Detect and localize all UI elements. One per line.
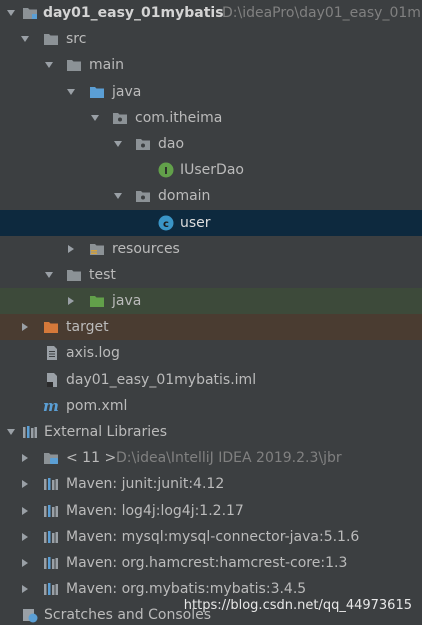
collapsed-arrow-icon[interactable] bbox=[64, 288, 78, 314]
class-icon: c bbox=[158, 215, 174, 231]
expanded-arrow-icon[interactable] bbox=[42, 52, 56, 78]
svg-text:c: c bbox=[163, 219, 169, 230]
library-icon bbox=[43, 529, 59, 545]
package-icon bbox=[112, 110, 128, 126]
tree-label: target bbox=[66, 319, 109, 336]
scratches-icon bbox=[22, 607, 38, 623]
tree-label: Maven: mysql:mysql-connector-java:5.1.6 bbox=[66, 528, 360, 545]
tree-label: resources bbox=[112, 240, 180, 257]
source-folder-icon bbox=[89, 84, 105, 100]
tree-label: dao bbox=[158, 135, 185, 152]
tree-row-pom[interactable]: m pom.xml bbox=[0, 393, 422, 419]
collapsed-arrow-icon[interactable] bbox=[18, 445, 32, 471]
collapsed-arrow-icon[interactable] bbox=[18, 498, 32, 524]
file-icon bbox=[44, 345, 60, 361]
tree-row-user[interactable]: c user bbox=[0, 209, 422, 236]
expanded-arrow-icon[interactable] bbox=[111, 183, 125, 209]
jdk-label: < 11 > bbox=[66, 450, 117, 467]
library-icon bbox=[43, 581, 59, 597]
svg-text:I: I bbox=[164, 166, 168, 177]
library-icon bbox=[43, 555, 59, 571]
folder-icon bbox=[66, 57, 82, 73]
tree-label: java bbox=[112, 83, 142, 100]
module-folder-icon bbox=[22, 5, 38, 21]
test-source-folder-icon bbox=[89, 293, 105, 309]
jdk-icon bbox=[43, 450, 59, 466]
tree-row-resources[interactable]: resources bbox=[0, 236, 422, 262]
tree-row-package[interactable]: com.itheima bbox=[0, 105, 422, 131]
tree-row-java-test[interactable]: java bbox=[0, 288, 422, 315]
tree-label: src bbox=[66, 31, 87, 48]
tree-label: user bbox=[180, 214, 211, 231]
tree-row-library[interactable]: Maven: org.hamcrest:hamcrest-core:1.3 bbox=[0, 550, 422, 576]
tree-row-project[interactable]: day01_easy_01mybatis D:\ideaPro\day01_ea… bbox=[0, 0, 422, 26]
collapsed-arrow-icon[interactable] bbox=[18, 471, 32, 497]
expanded-arrow-icon[interactable] bbox=[88, 105, 102, 131]
tree-row-iuserdao[interactable]: I IUserDao bbox=[0, 157, 422, 183]
tree-row-jdk[interactable]: < 11 > D:\idea\IntelliJ IDEA 2019.2.3\jb… bbox=[0, 445, 422, 471]
jdk-path: D:\idea\IntelliJ IDEA 2019.2.3\jbr bbox=[116, 450, 342, 467]
svg-text:m: m bbox=[43, 398, 59, 414]
collapsed-arrow-icon[interactable] bbox=[18, 524, 32, 550]
tree-row-dao[interactable]: dao bbox=[0, 131, 422, 157]
collapsed-arrow-icon[interactable] bbox=[18, 314, 32, 340]
library-icon bbox=[43, 503, 59, 519]
tree-row-main[interactable]: main bbox=[0, 52, 422, 78]
collapsed-arrow-icon[interactable] bbox=[64, 236, 78, 262]
tree-label: day01_easy_01mybatis.iml bbox=[66, 371, 257, 388]
interface-icon: I bbox=[158, 162, 174, 178]
tree-row-target[interactable]: target bbox=[0, 314, 422, 341]
tree-row-src[interactable]: src bbox=[0, 26, 422, 52]
tree-label: Maven: log4j:log4j:1.2.17 bbox=[66, 502, 244, 519]
libraries-icon bbox=[22, 424, 38, 440]
expanded-arrow-icon[interactable] bbox=[64, 79, 78, 105]
collapsed-arrow-icon[interactable] bbox=[18, 550, 32, 576]
tree-label: java bbox=[112, 293, 142, 310]
project-tree: day01_easy_01mybatis D:\ideaPro\day01_ea… bbox=[0, 0, 422, 625]
tree-row-test[interactable]: test bbox=[0, 262, 422, 288]
resources-folder-icon bbox=[89, 241, 105, 257]
tree-row-external-libraries[interactable]: External Libraries bbox=[0, 419, 422, 445]
expanded-arrow-icon[interactable] bbox=[4, 0, 18, 26]
project-path: D:\ideaPro\day01_easy_01m bbox=[222, 5, 421, 21]
tree-label: Maven: org.hamcrest:hamcrest-core:1.3 bbox=[66, 554, 348, 571]
tree-label: main bbox=[89, 57, 124, 74]
expanded-arrow-icon[interactable] bbox=[42, 262, 56, 288]
tree-label: pom.xml bbox=[66, 397, 128, 414]
iml-file-icon bbox=[44, 372, 60, 388]
tree-label: External Libraries bbox=[44, 424, 167, 440]
tree-row-library[interactable]: Maven: junit:junit:4.12 bbox=[0, 471, 422, 497]
tree-row-library[interactable]: Maven: mysql:mysql-connector-java:5.1.6 bbox=[0, 524, 422, 550]
tree-row-axis-log[interactable]: axis.log bbox=[0, 340, 422, 366]
collapsed-arrow-icon[interactable] bbox=[18, 576, 32, 602]
project-name: day01_easy_01mybatis bbox=[43, 5, 224, 21]
folder-icon bbox=[43, 31, 59, 47]
package-icon bbox=[135, 136, 151, 152]
expanded-arrow-icon[interactable] bbox=[111, 131, 125, 157]
tree-label: Maven: junit:junit:4.12 bbox=[66, 476, 225, 493]
expanded-arrow-icon[interactable] bbox=[18, 26, 32, 52]
tree-label: domain bbox=[158, 188, 211, 205]
tree-row-iml[interactable]: day01_easy_01mybatis.iml bbox=[0, 367, 422, 393]
maven-icon: m bbox=[42, 398, 59, 414]
tree-label: com.itheima bbox=[135, 109, 223, 126]
watermark-text: https://blog.csdn.net/qq_44973615 bbox=[183, 598, 412, 613]
package-icon bbox=[135, 188, 151, 204]
folder-icon bbox=[66, 267, 82, 283]
tree-row-domain[interactable]: domain bbox=[0, 183, 422, 209]
tree-row-library[interactable]: Maven: log4j:log4j:1.2.17 bbox=[0, 498, 422, 524]
excluded-folder-icon bbox=[43, 319, 59, 335]
tree-label: IUserDao bbox=[180, 162, 244, 179]
tree-row-java-main[interactable]: java bbox=[0, 79, 422, 105]
tree-label: test bbox=[89, 266, 116, 283]
tree-label: axis.log bbox=[66, 345, 120, 362]
library-icon bbox=[43, 476, 59, 492]
expanded-arrow-icon[interactable] bbox=[4, 419, 18, 445]
